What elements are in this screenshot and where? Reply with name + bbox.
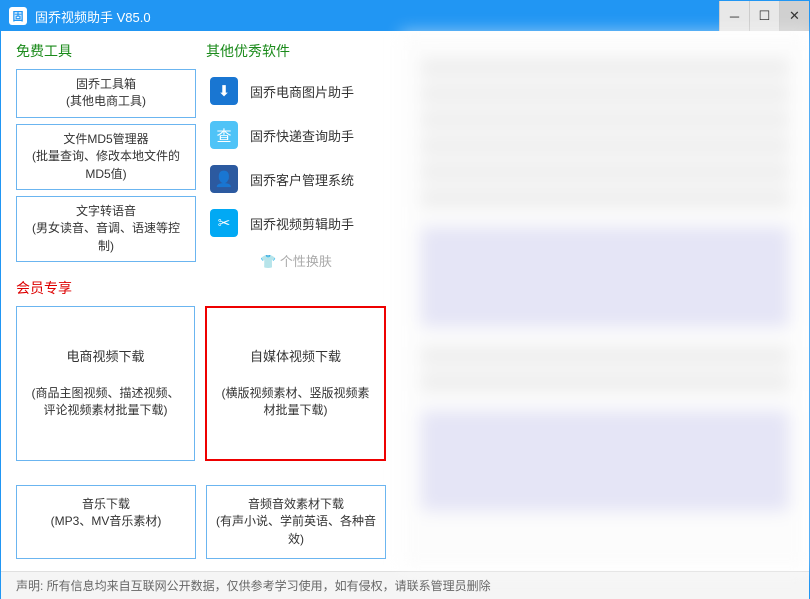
user-icon: 👤	[210, 165, 238, 193]
preview-panel	[401, 31, 809, 571]
ecommerce-sub: (商品主图视频、描述视频、评论视频素材批量下载)	[27, 385, 184, 420]
window-controls: ─ ☐ ✕	[719, 1, 809, 31]
audio-download-button[interactable]: 音频音效素材下载 (有声小说、学前英语、各种音效)	[206, 485, 386, 559]
skin-link[interactable]: 个性换肤	[206, 251, 386, 270]
image-helper-label: 固乔电商图片助手	[250, 82, 354, 101]
md5-button[interactable]: 文件MD5管理器 (批量查询、修改本地文件的MD5值)	[16, 124, 196, 190]
video-editor-label: 固乔视频剪辑助手	[250, 214, 354, 233]
audio-title: 音频音效素材下载	[215, 496, 377, 513]
express-icon: 查	[210, 121, 238, 149]
customer-system-item[interactable]: 👤 固乔客户管理系统	[206, 157, 386, 201]
tts-title: 文字转语音	[25, 203, 187, 220]
window-title: 固乔视频助手 V85.0	[35, 7, 719, 26]
selfmedia-title: 自媒体视频下载	[217, 348, 374, 367]
main-panel: 免费工具 固乔工具箱 (其他电商工具) 文件MD5管理器 (批量查询、修改本地文…	[1, 31, 401, 571]
toolbox-title: 固乔工具箱	[25, 76, 187, 93]
titlebar: 固 固乔视频助手 V85.0 ─ ☐ ✕	[1, 1, 809, 31]
footer-disclaimer: 声明: 所有信息均来自互联网公开数据，仅供参考学习使用，如有侵权，请联系管理员删…	[1, 571, 809, 599]
toolbox-sub: (其他电商工具)	[25, 93, 187, 110]
scissors-icon: ✂	[210, 209, 238, 237]
maximize-button[interactable]: ☐	[749, 1, 779, 31]
tts-button[interactable]: 文字转语音 (男女读音、音调、语速等控制)	[16, 196, 196, 262]
selfmedia-sub: (横版视频素材、竖版视频素材批量下载)	[217, 385, 374, 420]
video-editor-item[interactable]: ✂ 固乔视频剪辑助手	[206, 201, 386, 245]
image-helper-item[interactable]: ⬇ 固乔电商图片助手	[206, 69, 386, 113]
md5-sub: (批量查询、修改本地文件的MD5值)	[25, 148, 187, 183]
other-software-heading: 其他优秀软件	[206, 41, 386, 61]
member-heading: 会员专享	[16, 278, 386, 298]
tts-sub: (男女读音、音调、语速等控制)	[25, 220, 187, 255]
music-download-button[interactable]: 音乐下载 (MP3、MV音乐素材)	[16, 485, 196, 559]
audio-sub: (有声小说、学前英语、各种音效)	[215, 513, 377, 548]
express-helper-label: 固乔快递查询助手	[250, 126, 354, 145]
download-icon: ⬇	[210, 77, 238, 105]
express-helper-item[interactable]: 查 固乔快递查询助手	[206, 113, 386, 157]
app-icon: 固	[9, 7, 27, 25]
selfmedia-video-button[interactable]: 自媒体视频下载 (横版视频素材、竖版视频素材批量下载)	[205, 306, 386, 461]
toolbox-button[interactable]: 固乔工具箱 (其他电商工具)	[16, 69, 196, 118]
close-button[interactable]: ✕	[779, 1, 809, 31]
ecommerce-title: 电商视频下载	[27, 348, 184, 367]
music-title: 音乐下载	[25, 496, 187, 513]
minimize-button[interactable]: ─	[719, 1, 749, 31]
customer-system-label: 固乔客户管理系统	[250, 170, 354, 189]
ecommerce-video-button[interactable]: 电商视频下载 (商品主图视频、描述视频、评论视频素材批量下载)	[16, 306, 195, 461]
md5-title: 文件MD5管理器	[25, 131, 187, 148]
free-tools-heading: 免费工具	[16, 41, 196, 61]
music-sub: (MP3、MV音乐素材)	[25, 513, 187, 530]
